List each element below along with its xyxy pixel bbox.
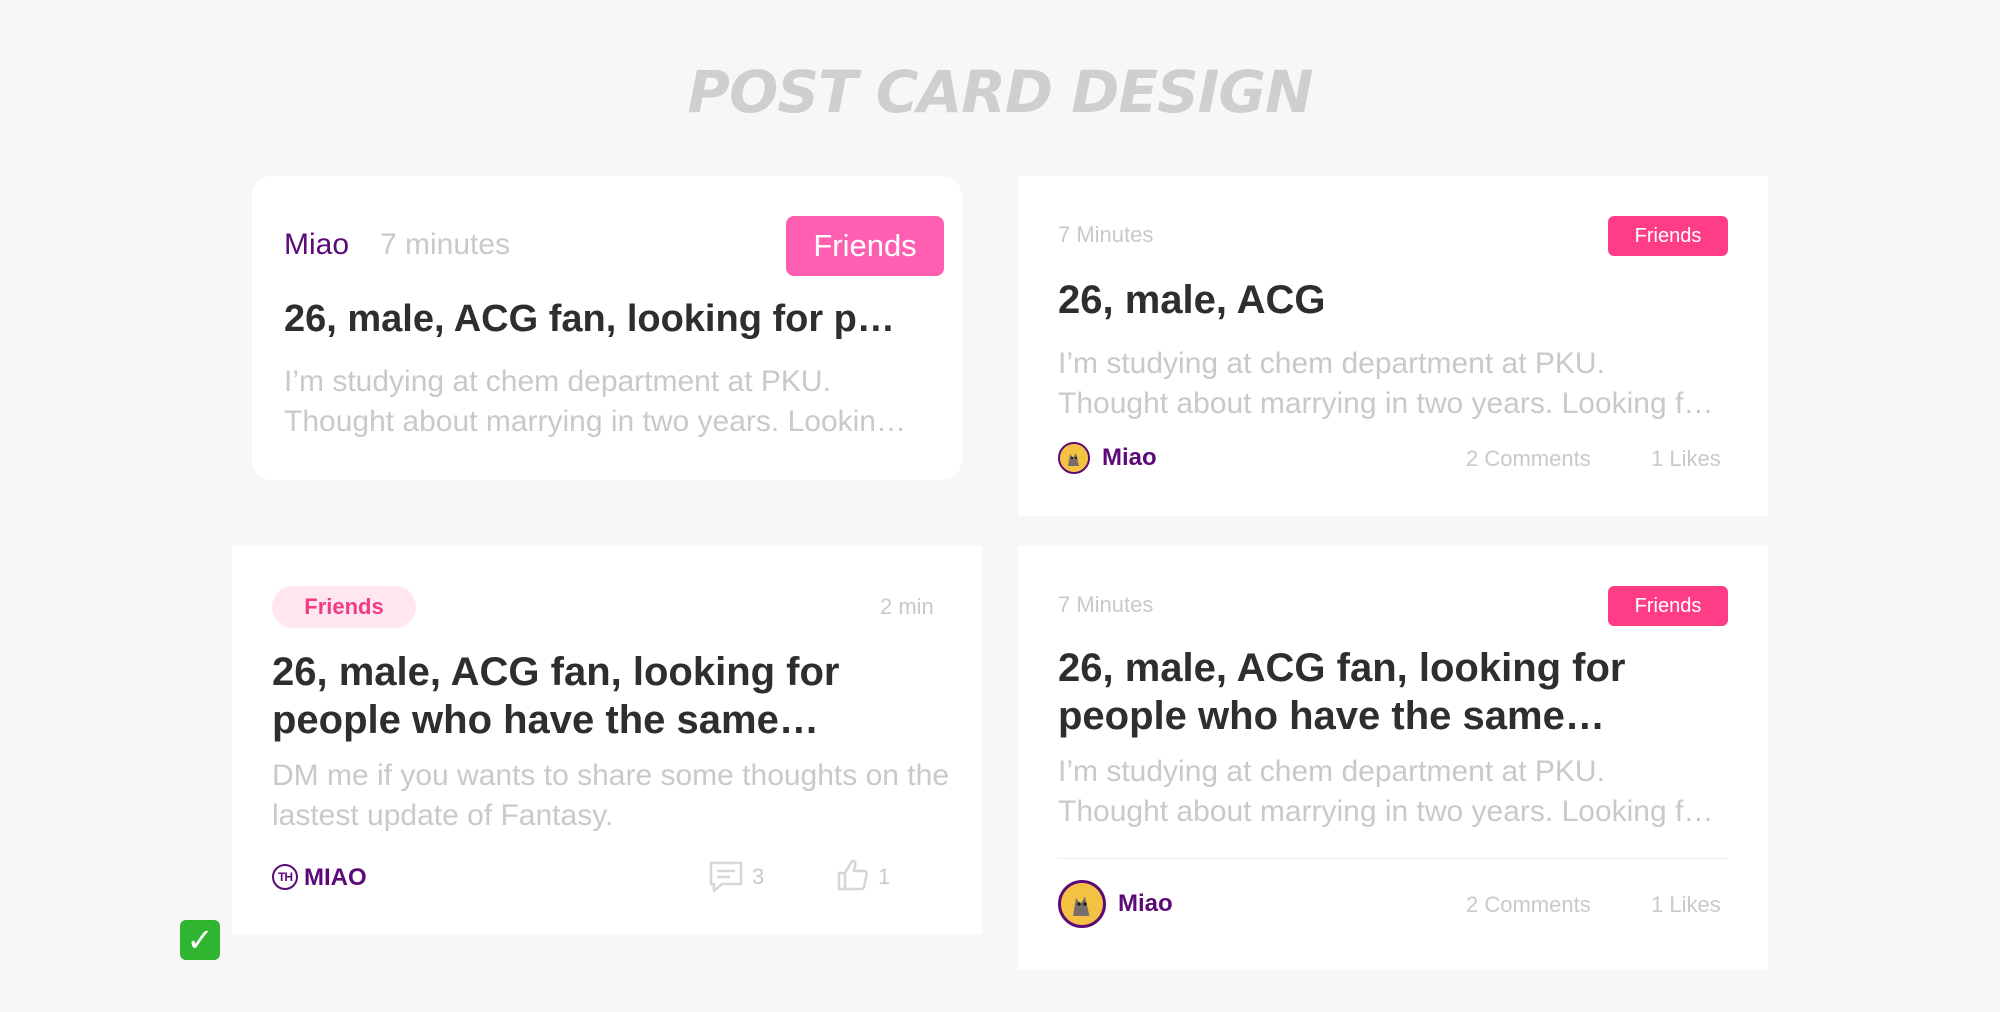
post-title[interactable]: 26, male, ACG — [1058, 278, 1718, 323]
post-time: 7 minutes — [380, 228, 511, 261]
like-count: 1 — [878, 864, 891, 889]
author-name[interactable]: MIAO — [304, 864, 367, 892]
page-title: POST CARD DESIGN — [687, 58, 1313, 126]
thumbs-up-icon[interactable] — [836, 858, 870, 892]
post-body: I’m studying at chem department at PKU. … — [1058, 755, 1711, 828]
friends-badge[interactable]: Friends — [1608, 216, 1728, 256]
author-name[interactable]: Miao — [284, 228, 349, 262]
comment-count: 3 — [752, 864, 765, 889]
divider — [1058, 858, 1728, 859]
cat-avatar-icon — [1061, 883, 1103, 925]
post-title[interactable]: 26, male, ACG fan, looking for people wh… — [1058, 644, 1698, 740]
friends-badge[interactable]: Friends — [272, 586, 416, 628]
user-badge-icon: TH — [272, 864, 298, 890]
check-mark-icon: ✓ — [180, 920, 220, 960]
comments-count[interactable]: 2 Comments — [1466, 446, 1591, 472]
post-card-1[interactable]: Miao 7 minutes Friends 26, male, ACG fan… — [252, 176, 962, 480]
post-time: 2 min — [880, 594, 934, 619]
post-body: I’m studying at chem department at PKU. … — [1058, 347, 1711, 420]
friends-badge[interactable]: Friends — [786, 216, 944, 276]
comments-count[interactable]: 2 Comments — [1466, 892, 1591, 918]
post-title[interactable]: 26, male, ACG fan, looking for people wh… — [284, 298, 914, 341]
post-title[interactable]: 26, male, ACG fan, looking for people wh… — [272, 648, 912, 744]
likes-count[interactable]: 1 Likes — [1651, 446, 1721, 472]
post-time: 7 Minutes — [1058, 592, 1154, 617]
author-name[interactable]: Miao — [1102, 444, 1157, 472]
post-card-3[interactable]: Friends 2 min 26, male, ACG fan, looking… — [232, 546, 982, 934]
comment-icon[interactable] — [708, 860, 744, 894]
likes-count[interactable]: 1 Likes — [1651, 892, 1721, 918]
post-body: DM me if you wants to share some thought… — [272, 759, 950, 832]
friends-badge[interactable]: Friends — [1608, 586, 1728, 626]
avatar[interactable] — [1058, 880, 1106, 928]
avatar[interactable] — [1058, 442, 1090, 474]
author-name[interactable]: Miao — [1118, 890, 1173, 918]
post-card-4[interactable]: 7 Minutes Friends 26, male, ACG fan, loo… — [1018, 546, 1768, 970]
post-body: I’m studying at chem department at PKU. … — [284, 365, 893, 438]
cat-avatar-icon — [1060, 444, 1088, 472]
post-card-2[interactable]: 7 Minutes Friends 26, male, ACG I’m stud… — [1018, 176, 1768, 516]
post-time: 7 Minutes — [1058, 222, 1154, 247]
